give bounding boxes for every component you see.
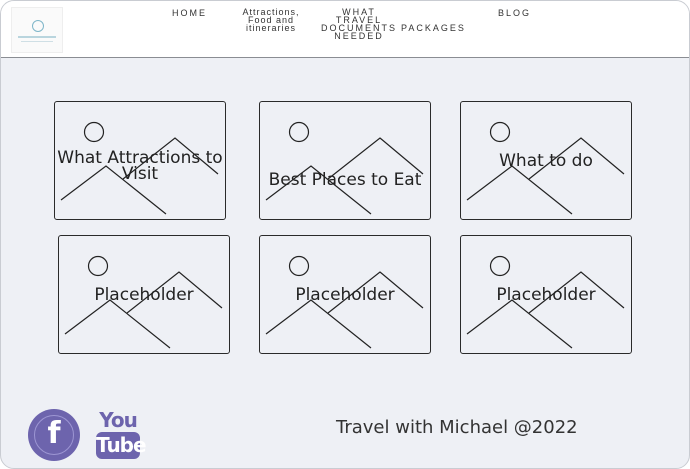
card-attractions[interactable]: What Attractions to Visit [54, 101, 226, 220]
card-placeholder-1[interactable]: Placeholder [58, 235, 230, 354]
card-label: What to do [499, 151, 593, 171]
card-label: Best Places to Eat [268, 170, 422, 190]
card-placeholder-3[interactable]: Placeholder [460, 235, 632, 354]
nav-packages[interactable]: PACKAGES [401, 24, 466, 33]
logo-text-line [18, 36, 56, 38]
nav-blog[interactable]: BLOG [498, 9, 531, 18]
page-frame: HOME Attractions, Food and itineraries W… [0, 0, 690, 469]
site-header: HOME Attractions, Food and itineraries W… [1, 1, 689, 58]
logo-mark-icon [32, 20, 44, 32]
nav-attractions[interactable]: Attractions, Food and itineraries [233, 8, 309, 33]
logo-tagline-line [21, 41, 53, 42]
card-label: What Attractions to Visit [57, 148, 223, 184]
card-label: Placeholder [496, 285, 596, 305]
nav-travel-documents[interactable]: WHAT TRAVEL DOCUMENTS NEEDED [319, 8, 399, 41]
card-placeholder-2[interactable]: Placeholder [259, 235, 431, 354]
youtube-tube-text: Tube [96, 432, 147, 459]
facebook-f-glyph: f [47, 416, 61, 451]
site-logo[interactable] [11, 7, 63, 53]
card-places-to-eat[interactable]: Best Places to Eat [259, 101, 431, 220]
youtube-icon[interactable]: You Tube [96, 408, 147, 462]
copyright-text: Travel with Michael @2022 [336, 417, 578, 438]
card-what-to-do[interactable]: What to do [460, 101, 632, 220]
nav-home[interactable]: HOME [172, 9, 207, 18]
card-label: Placeholder [295, 285, 395, 305]
card-label: Placeholder [94, 285, 194, 305]
facebook-icon[interactable]: f [28, 409, 80, 461]
image-placeholder-icon [265, 121, 424, 215]
youtube-you-text: You [99, 408, 138, 432]
